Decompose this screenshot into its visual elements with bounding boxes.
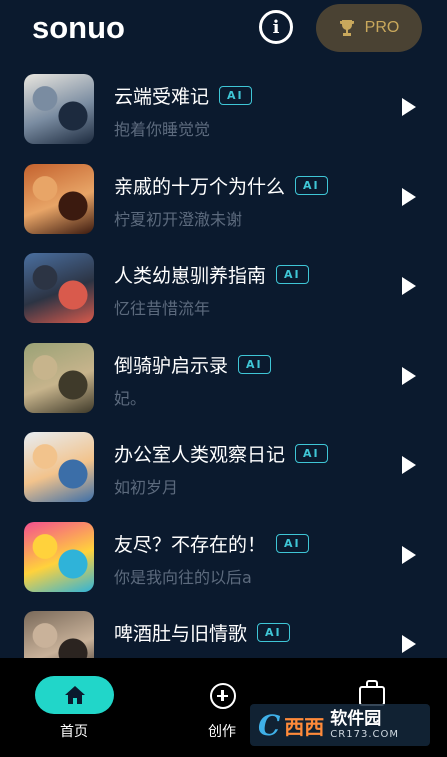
ai-badge: AI	[295, 444, 328, 463]
site-watermark: C 西西 软件园 CR173.COM	[250, 704, 430, 746]
song-author: 你是我向往的以后a	[114, 567, 252, 587]
song-author: 抱着你睡觉觉	[114, 120, 211, 139]
play-icon[interactable]	[402, 456, 416, 474]
song-cover-image[interactable]	[24, 253, 94, 323]
watermark-brand: 软件园	[330, 708, 382, 729]
song-item[interactable]: 办公室人类观察日记 AI 如初岁月	[0, 424, 447, 513]
song-title[interactable]: 办公室人类观察日记	[114, 440, 285, 467]
play-icon[interactable]	[402, 545, 416, 564]
app-header: sonuo i PRO	[0, 0, 447, 62]
song-title[interactable]: 人类幼崽驯养指南	[114, 261, 266, 288]
song-cover-image[interactable]	[24, 611, 94, 658]
song-author: 妃。	[114, 388, 147, 408]
song-author: 如初岁月	[114, 478, 179, 497]
song-cover-image[interactable]	[24, 163, 94, 234]
plus-circle-icon[interactable]	[210, 683, 236, 709]
nav-home-button[interactable]	[35, 676, 114, 714]
pro-button[interactable]: PRO	[316, 4, 422, 52]
briefcase-icon[interactable]	[359, 686, 385, 706]
song-item[interactable]: 友尽？不存在的！ AI 你是我向往的以后a	[0, 514, 447, 603]
song-cover-image[interactable]	[24, 521, 94, 592]
song-title[interactable]: 倒骑驴启示录	[114, 351, 228, 378]
song-cover-image[interactable]	[24, 432, 94, 502]
ai-badge: AI	[276, 533, 309, 553]
play-icon[interactable]	[402, 98, 416, 116]
ai-badge: AI	[257, 623, 290, 642]
song-item[interactable]: 啤酒肚与旧情歌AI听先明歌	[0, 603, 447, 658]
song-item[interactable]: 亲戚的十万个为什么 AI 柠夏初开澄澈未谢	[0, 156, 447, 245]
play-icon[interactable]	[402, 366, 416, 385]
song-cover-image[interactable]	[24, 74, 94, 144]
song-author: 柠夏初开澄澈未谢	[114, 209, 243, 229]
ai-badge: AI	[295, 175, 328, 195]
info-icon[interactable]: i	[259, 10, 293, 44]
play-icon[interactable]	[402, 187, 416, 206]
ai-badge: AI	[219, 86, 252, 105]
song-item[interactable]: 人类幼崽驯养指南 AI 忆往昔惜流年	[0, 245, 447, 334]
play-icon[interactable]	[402, 635, 416, 653]
song-item[interactable]: 倒骑驴启示录 AI 妃。	[0, 335, 447, 424]
song-list: 云端受难记 AI 抱着你睡觉觉亲戚的十万个为什么 AI 柠夏初开澄澈未谢人类幼崽驯养指南…	[0, 66, 447, 658]
ai-badge: AI	[238, 354, 271, 374]
song-title[interactable]: 友尽？不存在的！	[114, 530, 266, 557]
watermark-logo: C	[258, 708, 281, 742]
nav-home-label: 首页	[60, 724, 88, 740]
nav-create-label: 创作	[208, 724, 236, 740]
home-icon	[64, 686, 85, 704]
watermark-name: 西西	[284, 714, 325, 739]
pro-label: PRO	[364, 19, 400, 36]
song-author: 忆往昔惜流年	[114, 299, 211, 318]
song-item[interactable]: 云端受难记 AI 抱着你睡觉觉	[0, 66, 447, 155]
play-icon[interactable]	[402, 277, 416, 295]
song-cover-image[interactable]	[24, 342, 94, 413]
watermark-url: CR173.COM	[330, 728, 399, 740]
song-title[interactable]: 云端受难记	[114, 82, 209, 109]
ai-badge: AI	[276, 265, 309, 284]
app-logo: sonuo	[32, 10, 125, 45]
trophy-icon	[339, 20, 354, 36]
song-title[interactable]: 啤酒肚与旧情歌	[114, 619, 247, 646]
song-title[interactable]: 亲戚的十万个为什么	[114, 172, 285, 199]
